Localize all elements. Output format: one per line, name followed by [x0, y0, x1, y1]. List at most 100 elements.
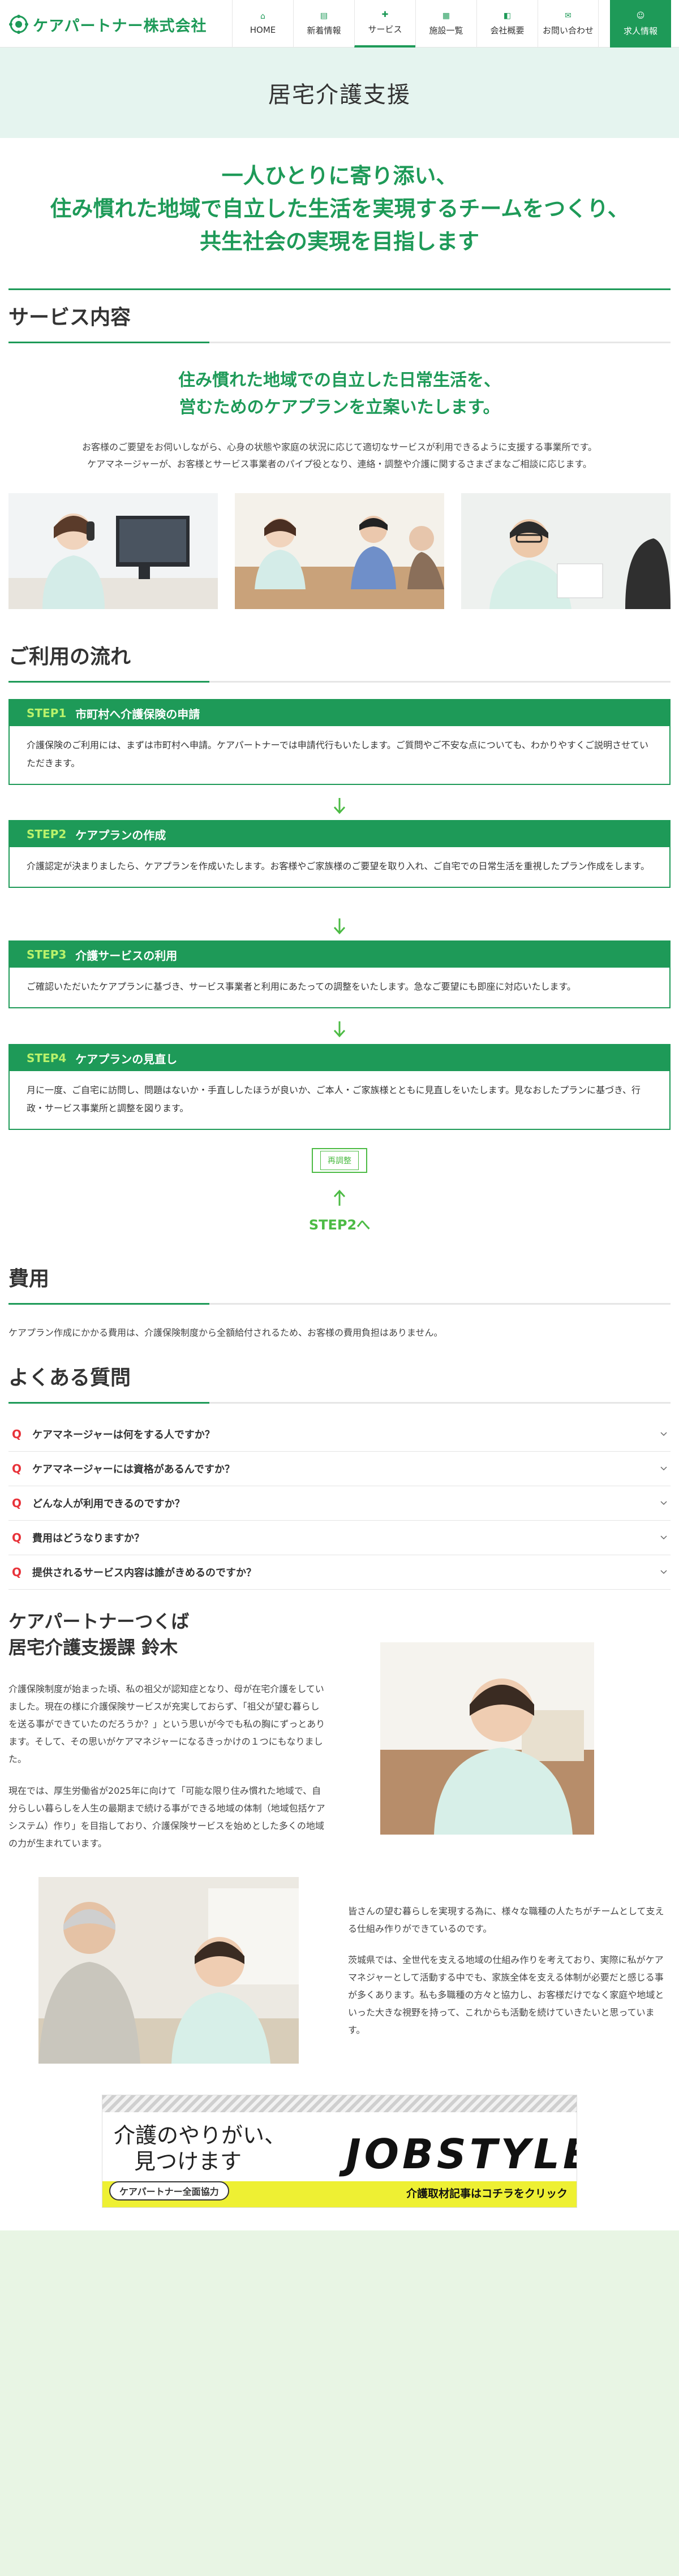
facility-icon: ▦: [442, 11, 450, 20]
main-content: 一人ひとりに寄り添い、 住み慣れた地域で自立した生活を実現するチームをつくり、 …: [0, 138, 679, 2230]
page-title: 居宅介護支援: [268, 82, 411, 108]
back-to-step2-link[interactable]: STEP2へ: [0, 1214, 679, 1233]
nav-facility[interactable]: ▦ 施設一覧: [415, 0, 476, 48]
readjust-label: 再調整: [320, 1151, 359, 1170]
chevron-down-icon: [660, 1501, 667, 1505]
banner-catchcopy: 介護のやりがい、 見つけます: [114, 2122, 286, 2174]
banner-catch-line: 介護のやりがい、: [114, 2123, 286, 2148]
nav-label: HOME: [250, 25, 276, 35]
nav-home[interactable]: ⌂ HOME: [232, 0, 293, 48]
step-number: STEP1: [27, 706, 67, 720]
photo-consultation: [235, 493, 444, 609]
step-header: STEP1 市町村へ介護保険の申請: [10, 700, 669, 726]
nav-label: サービス: [368, 24, 402, 34]
jobstyle-banner[interactable]: 介護のやりがい、 見つけます JOBSTYLE ケアパートナー全面協力 介護取材…: [102, 2095, 577, 2208]
flow-section-title: ご利用の流れ: [8, 641, 671, 683]
photo-phone-staff: [8, 493, 218, 609]
faq-item[interactable]: Q 費用はどうなりますか？: [8, 1521, 671, 1555]
faq-question: ケアマネージャーには資格があるんですか？: [32, 1464, 235, 1475]
section-rule: [8, 1402, 671, 1404]
q-mark: Q: [12, 1496, 22, 1510]
section-heading: 費用: [8, 1267, 50, 1291]
service-icon: ✚: [381, 10, 389, 19]
cost-text: ケアプラン作成にかかる費用は、介護保険制度から全額給付されるため、お客様の費用負…: [8, 1327, 443, 1338]
interview-paragraph: 介護保険制度が始まった頃、私の祖父が認知症となり、母が在宅介護をしていました。現…: [8, 1684, 325, 1764]
interview-paragraph: 茨城県では、全世代を支える地域の仕組み作りを考えており、実際に私がケアマネジャー…: [348, 1954, 664, 2035]
step-body: 介護認定が決まりましたら、ケアプランを作成いたします。お客様やご家族様のご要望を…: [27, 861, 650, 871]
interview-paragraph: 皆さんの望む暮らしを実現する為に、様々な職種の人たちがチームとして支える仕組み作…: [348, 1906, 664, 1934]
news-icon: ▤: [320, 11, 328, 20]
step-card-2: STEP2 ケアプランの作成 介護認定が決まりましたら、ケアプランを作成いたしま…: [8, 820, 671, 888]
chevron-down-icon: [660, 1432, 667, 1436]
section-rule: [8, 1303, 671, 1305]
service-section-title: サービス内容: [8, 302, 671, 343]
nav-recruit-button[interactable]: ☺ 求人情報: [610, 0, 671, 48]
step-body: 月に一度、ご自宅に訪問し、問題はないか・手直ししたほうが良いか、ご本人・ご家族様…: [27, 1085, 641, 1114]
faq-question: 提供されるサービス内容は誰がきめるのですか？: [32, 1567, 256, 1579]
step-number: STEP3: [27, 948, 67, 961]
step-card-3: STEP3 介護サービスの利用 ご確認いただいたケアプランに基づき、サービス事業…: [8, 940, 671, 1008]
nav-company[interactable]: ◧ 会社概要: [476, 0, 538, 48]
logo-icon: [9, 15, 28, 34]
page-title-band: 居宅介護支援: [0, 48, 679, 138]
section-rule: [8, 342, 671, 343]
nav-service[interactable]: ✚ サービス: [354, 0, 415, 48]
step-card-1: STEP1 市町村へ介護保険の申請 介護保険のご利用には、まずは市町村へ申請。ケ…: [8, 699, 671, 785]
photo-smiling-staff: [461, 493, 671, 609]
desc-line: ケアマネージャーが、お客様とサービス事業者のパイプ役となり、連絡・調整や介護に関…: [87, 459, 592, 469]
service-description: お客様のご要望をお伺いしながら、心身の状態や家庭の状況に応じて適切なサービスが利…: [0, 439, 679, 473]
chevron-down-icon: [660, 1570, 667, 1574]
section-heading: よくある質問: [8, 1366, 131, 1390]
service-lead: 住み慣れた地域での自立した日常生活を、 営むためのケアプランを立案いたします。: [0, 367, 679, 421]
step-arrow-icon: [333, 1021, 346, 1038]
banner-brand: JOBSTYLE: [346, 2130, 577, 2178]
photo-staff-portrait: [380, 1642, 594, 1835]
readjust-button[interactable]: 再調整: [312, 1148, 367, 1173]
page: ケアパートナー株式会社 ⌂ HOME ▤ 新着情報 ✚ サービス ▦ 施設一覧 …: [0, 0, 679, 2576]
interview-paragraph: 現在では、厚生労働省が2025年に向けて「可能な限り住み慣れた地域で、自分らしい…: [8, 1785, 325, 1849]
q-mark: Q: [12, 1565, 22, 1579]
logo-text: ケアパートナー株式会社: [33, 17, 207, 35]
nav-news[interactable]: ▤ 新着情報: [293, 0, 354, 48]
logo[interactable]: ケアパートナー株式会社: [9, 15, 207, 35]
lead-line: 住み慣れた地域での自立した日常生活を、: [178, 370, 501, 390]
faq-item[interactable]: Q ケアマネージャーは何をする人ですか？: [8, 1417, 671, 1452]
step-body: ご確認いただいたケアプランに基づき、サービス事業者と利用にあたっての調整をいたし…: [27, 981, 576, 992]
nav-label: 会社概要: [490, 25, 525, 36]
faq-item[interactable]: Q どんな人が利用できるのですか？: [8, 1486, 671, 1521]
step-header: STEP2 ケアプランの作成: [10, 821, 669, 847]
section-heading: サービス内容: [8, 306, 131, 329]
mail-icon: ✉: [565, 11, 571, 20]
q-mark: Q: [12, 1531, 22, 1544]
q-mark: Q: [12, 1462, 22, 1475]
catchphrase: 一人ひとりに寄り添い、 住み慣れた地域で自立した生活を実現するチームをつくり、 …: [0, 159, 679, 258]
step-title: ケアプランの作成: [75, 828, 166, 842]
banner-catch-line: 見つけます: [134, 2149, 242, 2174]
step-title: ケアプランの見直し: [75, 1052, 178, 1066]
catch-divider: [8, 288, 671, 290]
nav-label: 施設一覧: [429, 25, 463, 36]
step-title: 市町村へ介護保険の申請: [75, 707, 200, 721]
faq-item[interactable]: Q 提供されるサービス内容は誰がきめるのですか？: [8, 1555, 671, 1590]
q-mark: Q: [12, 1427, 22, 1441]
interview-name-line: ケアパートナーつくば: [8, 1611, 190, 1632]
interview-name: ケアパートナーつくば 居宅介護支援課 鈴木: [8, 1608, 189, 1660]
faq-section-title: よくある質問: [8, 1362, 671, 1404]
catch-line: 一人ひとりに寄り添い、: [221, 163, 458, 188]
faq-item[interactable]: Q ケアマネージャーには資格があるんですか？: [8, 1452, 671, 1486]
catch-line: 住み慣れた地域で自立した生活を実現するチームをつくり、: [50, 196, 629, 221]
step-body: 介護保険のご利用には、まずは市町村へ申請。ケアパートナーでは申請代行もいたします…: [27, 740, 649, 769]
faq-question: ケアマネージャーは何をする人ですか？: [32, 1429, 215, 1441]
section-rule: [8, 681, 671, 683]
step-card-4: STEP4 ケアプランの見直し 月に一度、ご自宅に訪問し、問題はないか・手直しし…: [8, 1044, 671, 1130]
nav-label: お問い合わせ: [542, 25, 594, 36]
company-icon: ◧: [503, 11, 512, 20]
banner-stripe: [102, 2095, 577, 2112]
photo-staff-talking: [38, 1877, 299, 2064]
nav-contact[interactable]: ✉ お問い合わせ: [538, 0, 599, 48]
step-arrow-icon: [333, 918, 346, 935]
nav-label: 求人情報: [623, 25, 657, 36]
step-header: STEP3 介護サービスの利用: [10, 942, 669, 968]
recruit-icon: ☺: [636, 11, 645, 20]
global-nav: ⌂ HOME ▤ 新着情報 ✚ サービス ▦ 施設一覧 ◧ 会社概要 ✉ お問い…: [232, 0, 671, 48]
